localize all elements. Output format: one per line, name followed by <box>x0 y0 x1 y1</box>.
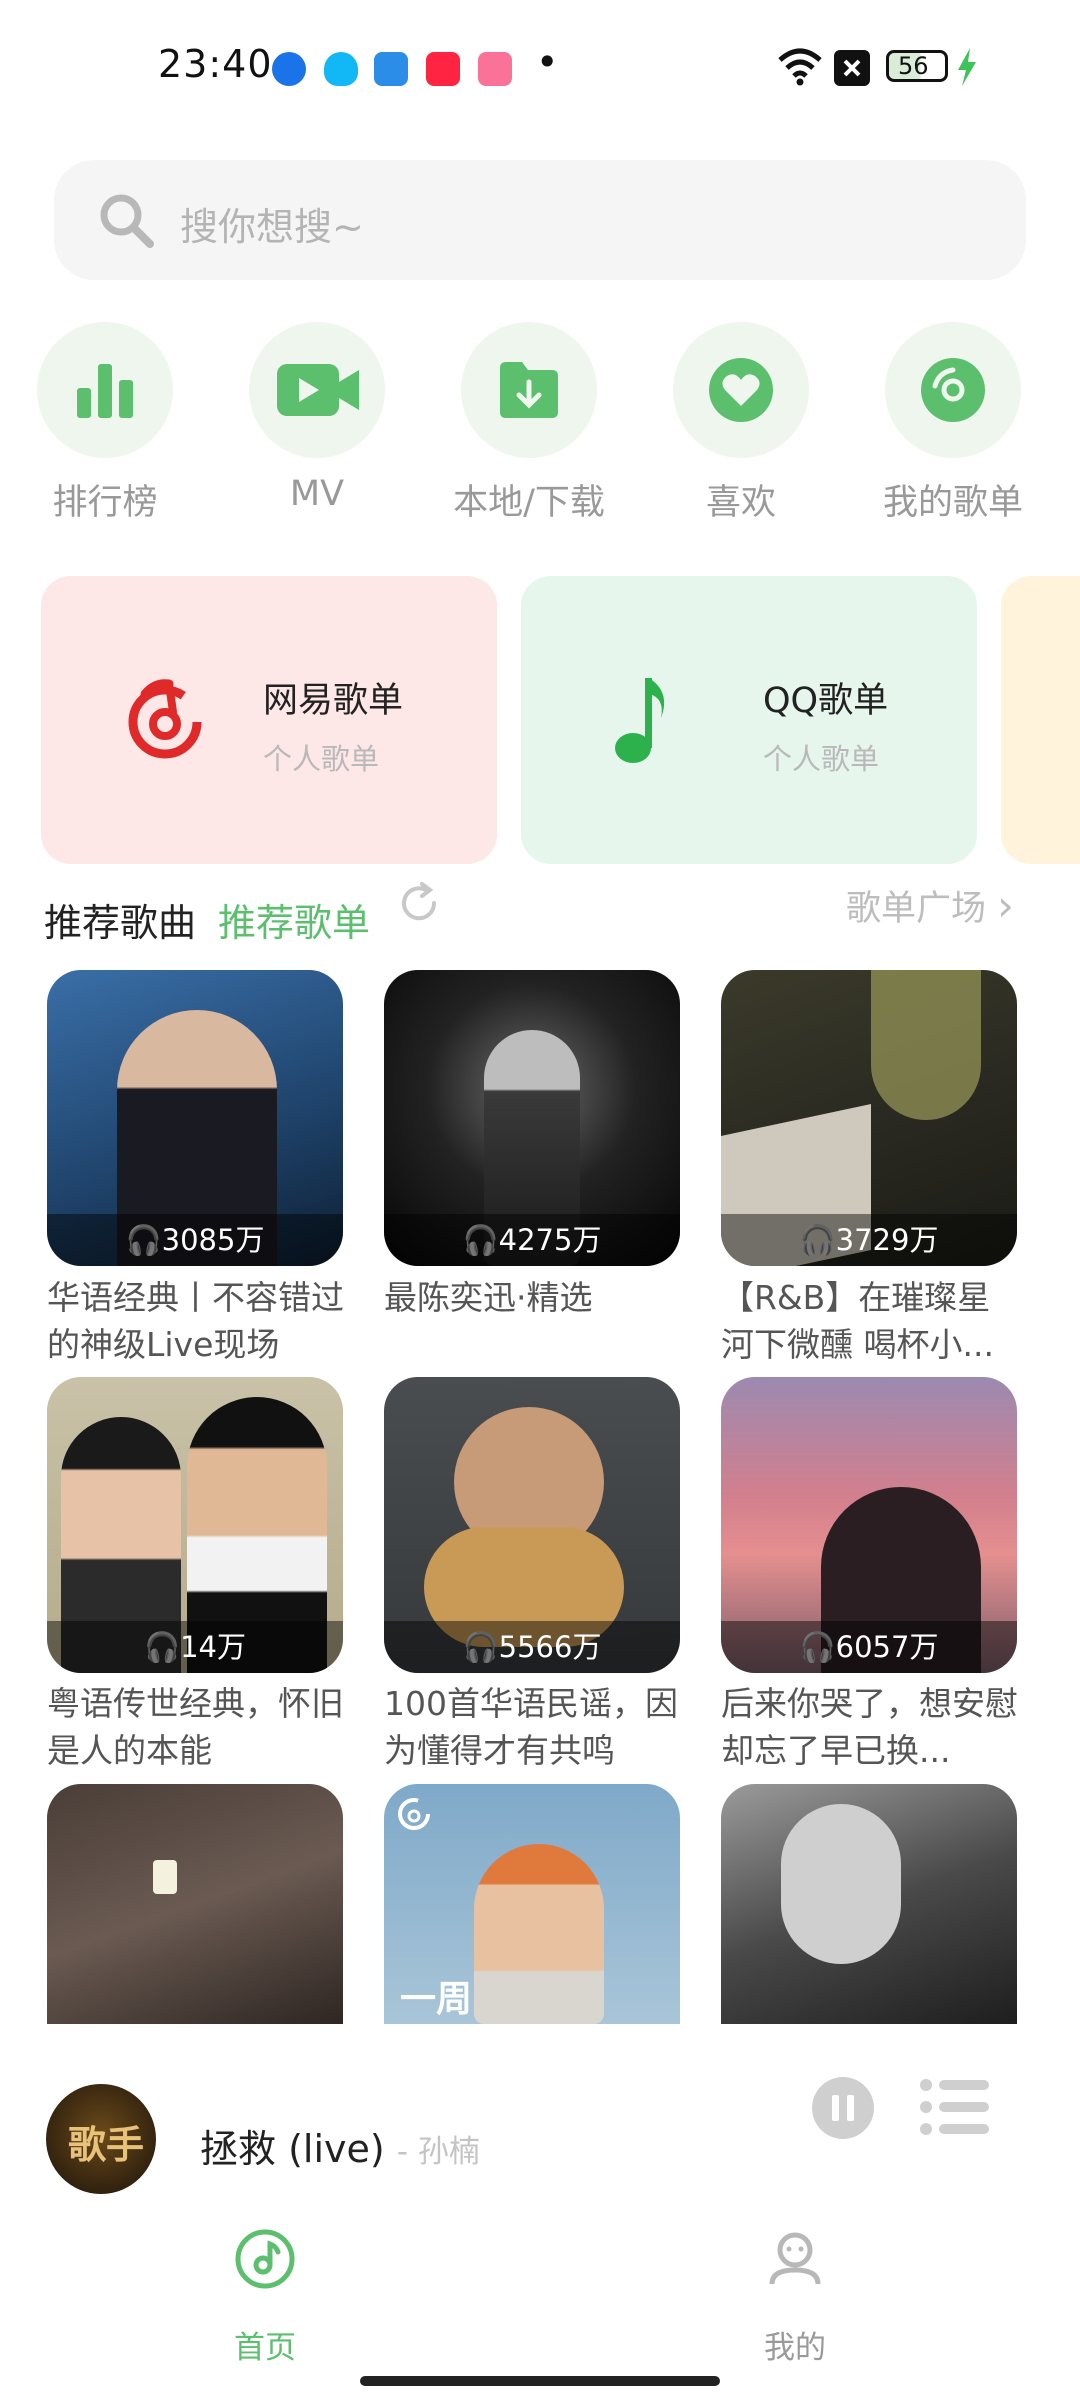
cover-figure <box>474 1844 604 2024</box>
heart-icon <box>709 358 773 422</box>
search-icon <box>100 194 154 248</box>
card-subtitle: 个人歌单 <box>763 742 880 776</box>
headphones-icon: 🎧 <box>799 1223 836 1257</box>
play-count: 🎧5566万 <box>384 1621 680 1673</box>
bilibili-icon <box>478 52 512 86</box>
play-count-text: 14万 <box>180 1630 246 1664</box>
play-count-text: 4275万 <box>498 1223 602 1257</box>
playlist-plaza-link[interactable]: 歌单广场 › <box>846 880 1014 931</box>
playlist-title: 华语经典丨不容错过的神级Live现场 <box>47 1278 344 1364</box>
playlist-title: 粤语传世经典，怀旧是人的本能 <box>47 1684 344 1770</box>
plaza-label: 歌单广场 <box>846 889 987 929</box>
tab-recommended-playlists[interactable]: 推荐歌单 <box>218 892 370 947</box>
playlist-cover: 🎧6057万 <box>721 1377 1017 1673</box>
playlist-cover <box>721 1784 1017 2024</box>
quick-nav-label: MV <box>289 474 345 514</box>
refresh-icon[interactable] <box>396 880 442 926</box>
play-count-text: 5566万 <box>498 1630 602 1664</box>
card-subtitle: 个人歌单 <box>263 742 380 776</box>
folder-download-icon <box>500 362 558 418</box>
user-icon <box>769 2232 821 2285</box>
quick-nav-label: 本地/下载 <box>453 483 605 523</box>
now-playing[interactable]: 拯救 (live) - 孙楠 <box>200 2118 480 2173</box>
play-count: 🎧14万 <box>47 1621 343 1673</box>
playlist-title: 最陈奕迅·精选 <box>384 1278 593 1317</box>
headphones-icon: 🎧 <box>125 1223 162 1257</box>
notification-dot: • <box>536 40 559 84</box>
play-count-text: 3085万 <box>161 1223 265 1257</box>
headphones-icon: 🎧 <box>143 1630 181 1664</box>
app-notification-icon <box>272 52 306 86</box>
bar-chart-icon <box>77 364 133 418</box>
headphones-icon: 🎧 <box>462 1223 499 1257</box>
netease-logo-icon <box>128 679 202 759</box>
mini-player[interactable] <box>0 2050 1080 2210</box>
charging-icon <box>958 48 976 86</box>
playlist-title: 后来你哭了，想安慰却忘了早已换... <box>721 1684 1018 1770</box>
battery-level: 56 <box>898 52 929 80</box>
playlist-cover: 🎧14万 <box>47 1377 343 1673</box>
playlist-cover: 🎧3085万 <box>47 970 343 1266</box>
song-artist: - 孙楠 <box>396 2134 480 2170</box>
playlist-cover <box>47 1784 343 2024</box>
status-time: 23:40 <box>158 42 273 86</box>
netease-badge-icon <box>398 1798 430 1830</box>
chevron-right-icon: › <box>997 881 1014 930</box>
playlist-queue-icon[interactable] <box>919 2078 991 2136</box>
playlist-title: 【R&B】在璀璨星河下微醺 喝杯小... <box>721 1278 994 1364</box>
playlist-cover: 🎧5566万 <box>384 1377 680 1673</box>
home-indicator[interactable] <box>360 2376 720 2386</box>
playlist-cover: 🎧3729万 <box>721 970 1017 1266</box>
quick-nav-label: 我的歌单 <box>882 483 1023 523</box>
headphones-icon: 🎧 <box>799 1630 836 1664</box>
search-input[interactable]: 搜你想搜~ <box>180 196 364 251</box>
cover-figure <box>781 1804 901 1964</box>
playlist-cover: 🎧4275万 <box>384 970 680 1266</box>
quick-nav-label: 喜欢 <box>705 483 776 523</box>
xiaohongshu-icon <box>426 52 460 86</box>
partial-card[interactable] <box>1001 576 1080 864</box>
music-disc-icon <box>235 2229 295 2289</box>
playlist-title: 100首华语民谣，因为懂得才有共鸣 <box>384 1684 678 1770</box>
music-note-icon <box>615 678 665 763</box>
cover-glass <box>871 970 981 1120</box>
quick-nav-label: 排行榜 <box>52 483 158 523</box>
song-avatar[interactable]: 歌手 <box>46 2084 156 2194</box>
avatar-text: 歌手 <box>68 2123 145 2167</box>
playlist-cover: 一周 <box>384 1784 680 2024</box>
qq-playlist-card[interactable]: QQ歌单 个人歌单 <box>521 576 977 864</box>
play-count: 🎧4275万 <box>384 1214 680 1266</box>
pause-button[interactable] <box>811 2076 875 2140</box>
disc-icon <box>921 358 985 422</box>
card-title: QQ歌单 <box>763 681 889 721</box>
tab-recommended-songs[interactable]: 推荐歌曲 <box>44 892 196 947</box>
cover-light <box>153 1860 177 1894</box>
song-title: 拯救 (live) <box>200 2127 385 2171</box>
video-camera-icon <box>277 364 359 416</box>
play-count-text: 6057万 <box>835 1630 939 1664</box>
headphones-icon: 🎧 <box>462 1630 499 1664</box>
app-bird-icon <box>374 52 408 86</box>
play-count-text: 3729万 <box>835 1223 939 1257</box>
close-box-icon <box>834 50 870 86</box>
netease-playlist-card[interactable]: 网易歌单 个人歌单 <box>41 576 497 864</box>
nav-home-label: 首页 <box>234 2330 296 2366</box>
card-title: 网易歌单 <box>263 681 404 721</box>
nav-me-label: 我的 <box>764 2330 826 2366</box>
play-count: 🎧3729万 <box>721 1214 1017 1266</box>
cover-text: 一周 <box>400 1979 473 2020</box>
play-count: 🎧6057万 <box>721 1621 1017 1673</box>
qq-penguin-icon <box>324 52 358 86</box>
wifi-icon <box>778 48 822 86</box>
play-count: 🎧3085万 <box>47 1214 343 1266</box>
